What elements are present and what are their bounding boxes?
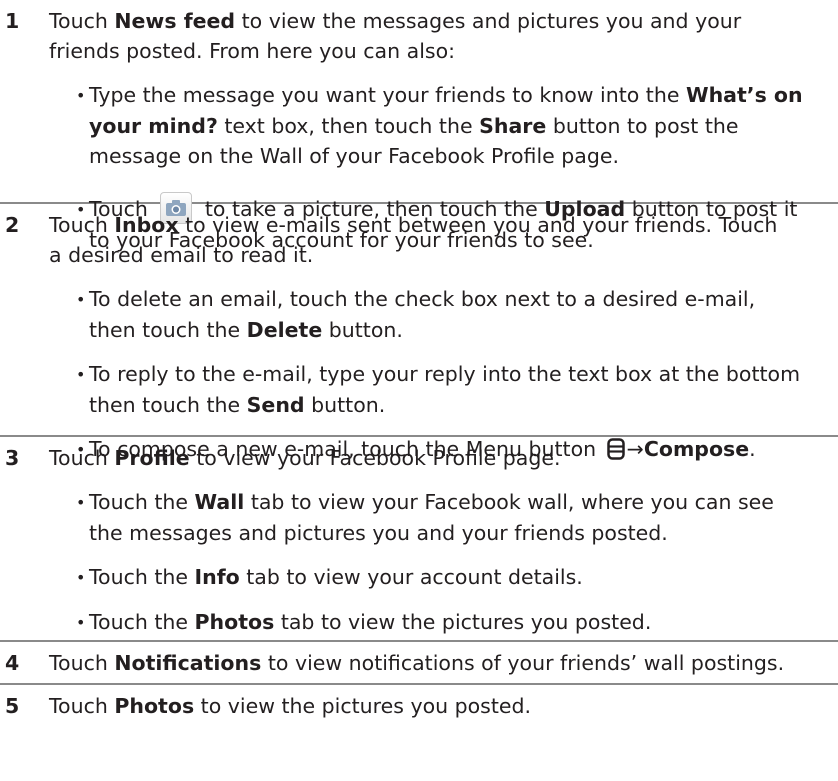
step-row-3: 3 Touch Profile to view your Facebook Pr… — [0, 437, 838, 642]
step-2-line: a desired email to read it. — [49, 243, 314, 267]
bullet-item-cont: the messages and pictures you and your f… — [89, 521, 668, 545]
step-row-1: 1 Touch News feed to view the messages a… — [0, 0, 838, 252]
step-number: 2 — [5, 213, 20, 237]
step-row-2: 2 Touch Inbox to view e-mails sent betwe… — [0, 204, 838, 461]
bullet-item: • Type the message you want your friends … — [76, 83, 803, 107]
step-3-line: 3 Touch Profile to view your Facebook Pr… — [0, 443, 838, 473]
step-number: 5 — [5, 694, 20, 718]
bullet-item: • To reply to the e-mail, type your reply… — [76, 362, 801, 386]
step-row-4: 4 Touch Notifications to view notificati… — [0, 642, 838, 685]
bullet-item: • To delete an email, touch the check box… — [76, 287, 756, 311]
bullet-item-cont: then touch the Send button. — [89, 393, 386, 417]
step-4-line: 4 Touch Notifications to view notificati… — [0, 648, 838, 678]
step-2-line: 2 Touch Inbox to view e-mails sent betwe… — [0, 210, 838, 240]
bullet-item: • Touch the Photos tab to view the pictur… — [76, 610, 652, 634]
step-5-line: 5 Touch Photos to view the pictures you … — [0, 691, 838, 721]
step-1-line: friends posted. From here you can also: — [49, 39, 456, 63]
step-row-5: 5 Touch Photos to view the pictures you … — [0, 685, 838, 728]
step-number: 3 — [5, 446, 20, 470]
bullet-item-cont: message on the Wall of your Facebook Pro… — [89, 144, 619, 168]
bullet-item-cont: then touch the Delete button. — [89, 318, 403, 342]
bullet-item: • Touch the Info tab to view your account… — [76, 565, 583, 589]
step-number: 4 — [5, 651, 20, 675]
bullet-item: • Touch the Wall tab to view your Faceboo… — [76, 490, 774, 514]
step-1-line: 1 Touch News feed to view the messages a… — [0, 6, 838, 36]
instructions-table: 1 Touch News feed to view the messages a… — [0, 0, 838, 728]
bullet-item-cont: your mind? text box, then touch the Shar… — [89, 114, 739, 138]
step-number: 1 — [5, 9, 20, 33]
